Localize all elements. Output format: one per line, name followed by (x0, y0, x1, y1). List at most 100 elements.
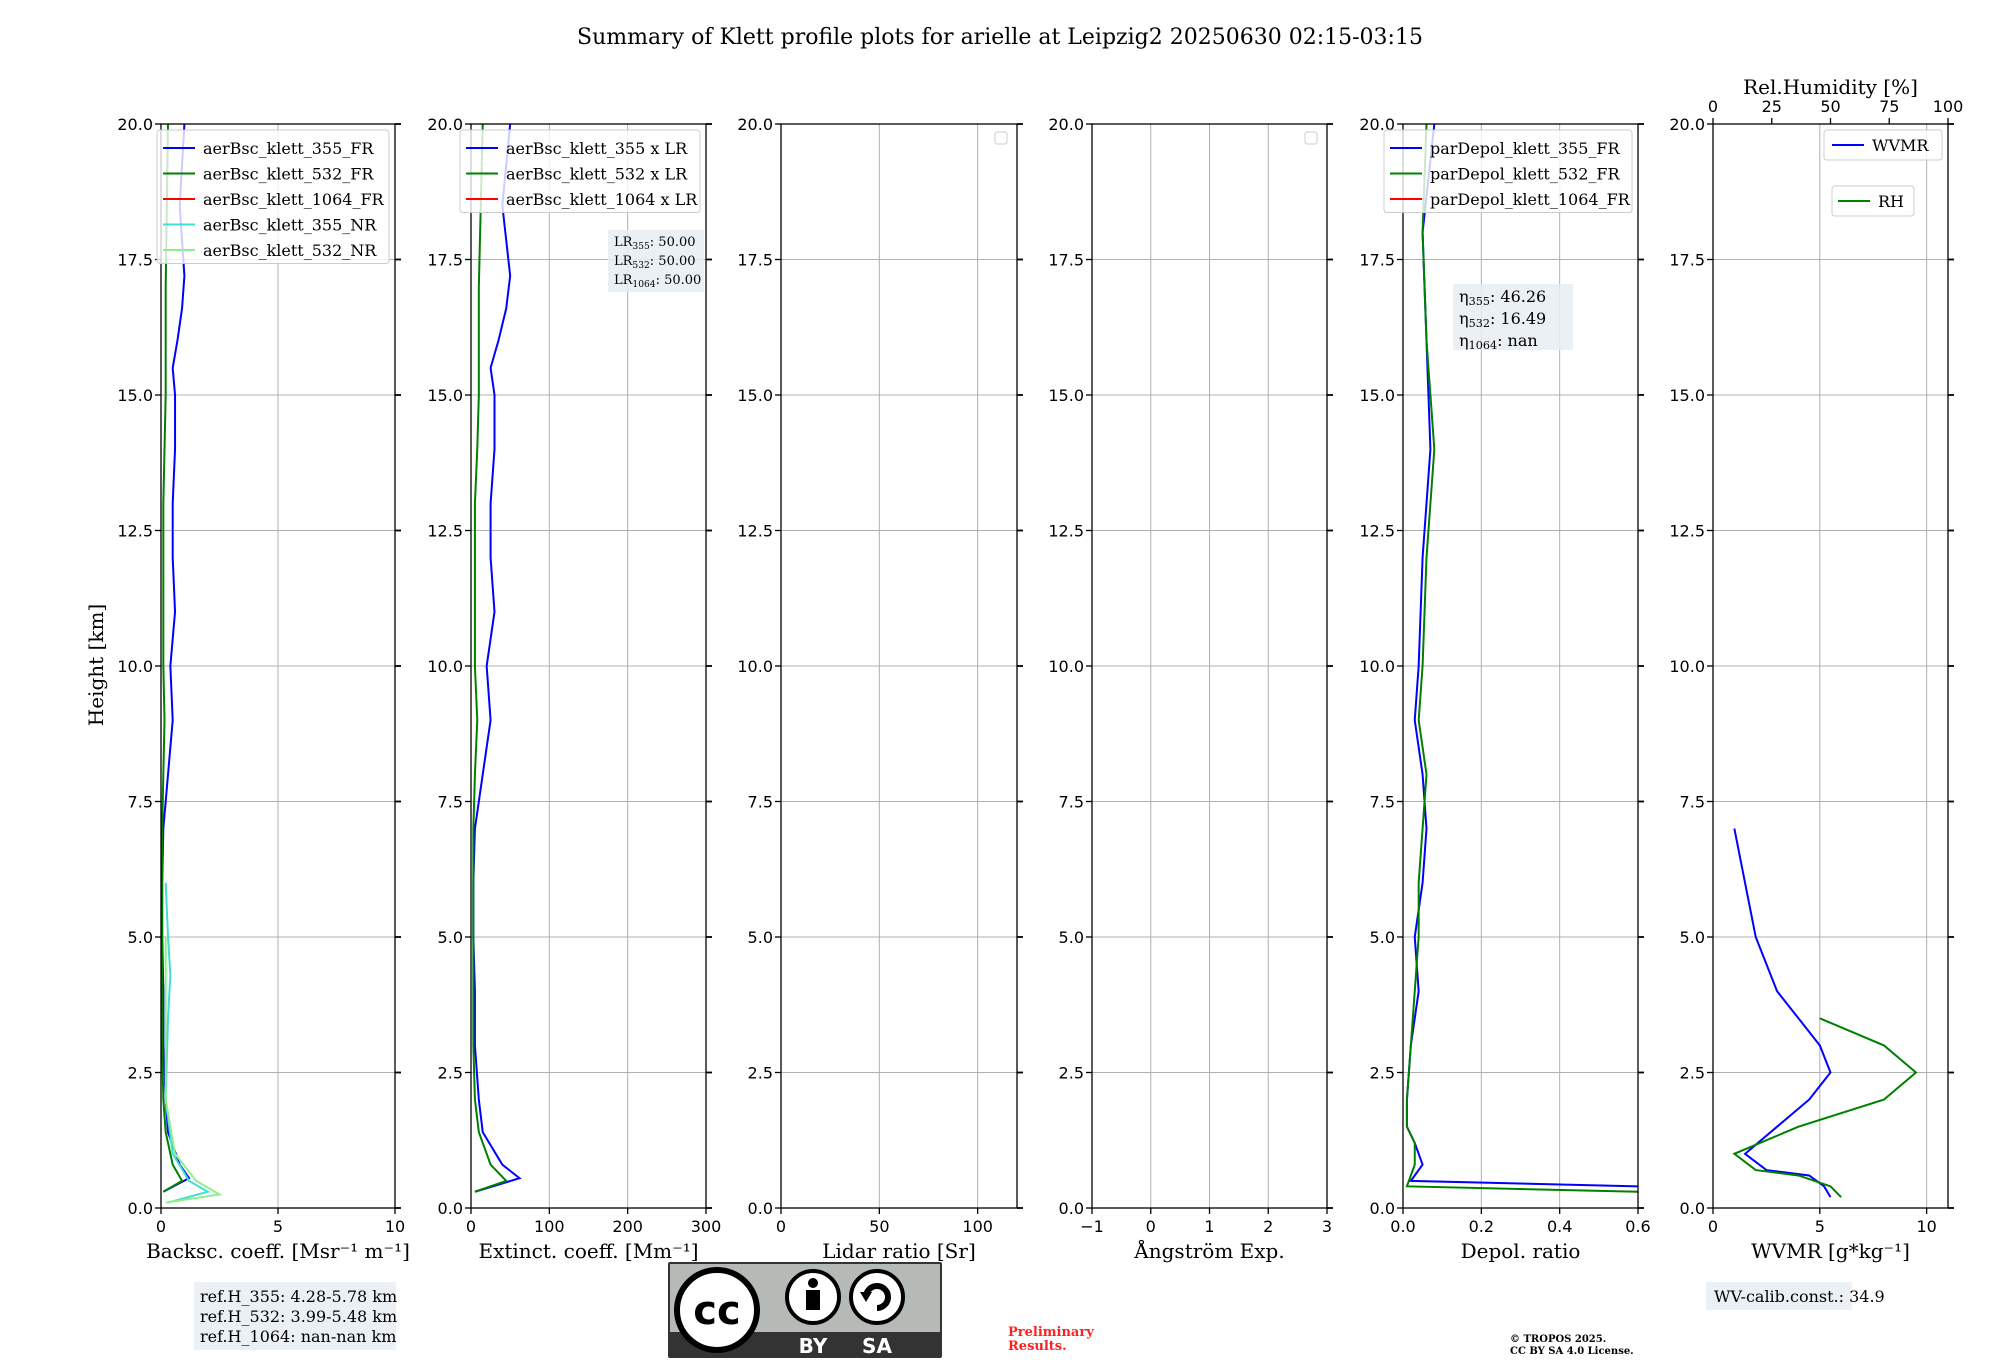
x-axis-label: Backsc. coeff. [Msr⁻¹ m⁻¹] (146, 1239, 410, 1263)
x-tick-label: 5 (273, 1217, 283, 1236)
y-tick-label: 0.0 (128, 1199, 153, 1218)
y-tick-label: 10.0 (1669, 657, 1705, 676)
y-tick-label: 12.5 (427, 522, 463, 541)
empty-legend (1304, 131, 1318, 145)
y-tick-label: 17.5 (1359, 251, 1395, 270)
y-tick-label: 5.0 (1370, 928, 1395, 947)
y-tick-label: 15.0 (117, 386, 153, 405)
cc-by-sa-badge: cc BY SA (668, 1262, 942, 1358)
panel-2: 0 100 200 300 0.0 2.5 5.0 7.5 10.0 12.5 15.0 17.5 20… (427, 115, 721, 1263)
y-tick-label: 2.5 (128, 1064, 153, 1083)
empty-legend (994, 131, 1008, 145)
panel-4: −1 0 1 2 3 0.0 2.5 5.0 7.5 10.0 12.5 15.0 17.5 20.0 Ån… (1048, 115, 1333, 1263)
y-tick-label: 20.0 (117, 115, 153, 134)
y-tick-label: 10.0 (737, 657, 773, 676)
x-tick-label: 100 (962, 1217, 993, 1236)
legend-entry: aerBsc_klett_1064_FR (203, 190, 385, 209)
panel-6: 0 5 10 0.0 2.5 5.0 7.5 10.0 12.5 15.0 17.5 20.0 WVMR… (1669, 75, 1963, 1263)
cc-sa-label: SA (862, 1334, 892, 1358)
panel-1: 0 5 10 0.0 2.5 5.0 7.5 10.0 12.5 15.0 17.5 20.0 Back… (117, 115, 410, 1263)
legend-entry: aerBsc_klett_1064 x LR (506, 190, 698, 209)
results-label: Results. (1008, 1339, 1067, 1354)
panel-5: 0.0 0.2 0.4 0.6 0.0 2.5 5.0 7.5 10.0 12.5 15.0 17.5… (1359, 115, 1650, 1263)
x-tick-label: 50 (869, 1217, 889, 1236)
copyright-label: © TROPOS 2025. (1510, 1334, 1606, 1345)
y-tick-label: 17.5 (1048, 251, 1084, 270)
legend-entry: aerBsc_klett_532_NR (203, 241, 377, 260)
y-tick-label: 12.5 (737, 522, 773, 541)
y-tick-label: 12.5 (1048, 522, 1084, 541)
x2-tick-label: 25 (1762, 97, 1782, 116)
x-tick-label: 10 (1916, 1217, 1936, 1236)
x-tick-label: −1 (1080, 1217, 1104, 1236)
y-tick-label: 12.5 (1359, 522, 1395, 541)
series-line-aerBsc_klett_355_NR (164, 882, 211, 1204)
x2-tick-label: 50 (1820, 97, 1840, 116)
y-tick-label: 17.5 (737, 251, 773, 270)
x2-tick-label: 75 (1879, 97, 1899, 116)
panel-3: 0 50 100 0.0 2.5 5.0 7.5 10.0 12.5 15.0 17.5 20.0 Li… (737, 115, 1023, 1263)
y-tick-label: 2.5 (748, 1064, 773, 1083)
ref-height-532: ref.H_532: 3.99-5.48 km (200, 1307, 397, 1326)
legend-entry: aerBsc_klett_355 x LR (506, 139, 688, 158)
ref-heights-box: ref.H_355: 4.28-5.78 km ref.H_532: 3.99-… (194, 1282, 397, 1350)
series-line-RH (1732, 1017, 1918, 1198)
cc-by-label: BY (799, 1334, 828, 1358)
x-tick-label: 0 (156, 1217, 166, 1236)
y-tick-label: 0.0 (438, 1199, 463, 1218)
x-tick-label: 0.4 (1547, 1217, 1572, 1236)
legend-entry: WVMR (1872, 136, 1929, 155)
y-tick-label: 15.0 (1048, 386, 1084, 405)
x-tick-label: 0.6 (1625, 1217, 1650, 1236)
x-axis-label: Ångström Exp. (1133, 1238, 1284, 1263)
series-line-WVMR (1733, 828, 1832, 1198)
legend-entry: parDepol_klett_532_FR (1430, 165, 1621, 184)
y-tick-label: 20.0 (737, 115, 773, 134)
y-tick-label: 5.0 (1680, 928, 1705, 947)
legend-entry: RH (1878, 192, 1904, 211)
x-tick-label: 0 (466, 1217, 476, 1236)
y-tick-label: 5.0 (1059, 928, 1084, 947)
y-tick-label: 10.0 (1048, 657, 1084, 676)
legend-entry: aerBsc_klett_532 x LR (506, 165, 688, 184)
x-tick-label: 100 (534, 1217, 565, 1236)
series-line-aerBsc_klett_532_NR (164, 937, 223, 1204)
x-tick-label: 2 (1263, 1217, 1273, 1236)
y-tick-label: 0.0 (748, 1199, 773, 1218)
y-tick-label: 10.0 (117, 657, 153, 676)
x-tick-label: 3 (1322, 1217, 1332, 1236)
series-line-aerBsc_klett_532 x LR (472, 123, 509, 1193)
y-tick-label: 20.0 (427, 115, 463, 134)
y-tick-label: 15.0 (427, 386, 463, 405)
wv-calib-box: WV-calib.const.: 34.9 (1706, 1282, 1885, 1310)
y-tick-label: 2.5 (1680, 1064, 1705, 1083)
y-tick-label: 2.5 (1059, 1064, 1084, 1083)
y-tick-label: 10.0 (1359, 657, 1395, 676)
cc-text: cc (693, 1288, 740, 1334)
series-line-aerBsc_klett_355 x LR (472, 123, 522, 1193)
x-axis-label: Extinct. coeff. [Mm⁻¹] (478, 1239, 698, 1263)
y-tick-label: 2.5 (438, 1064, 463, 1083)
y-tick-label: 5.0 (748, 928, 773, 947)
legend-entry: aerBsc_klett_355_FR (203, 139, 374, 158)
series-line-parDepol_klett_355_FR (1405, 123, 1639, 1188)
x-tick-label: 0 (1146, 1217, 1156, 1236)
y-tick-label: 20.0 (1048, 115, 1084, 134)
lr-annotation: LR355: 50.00 (614, 235, 696, 252)
legend-entry: aerBsc_klett_355_NR (203, 216, 377, 235)
x-tick-label: 5 (1815, 1217, 1825, 1236)
x-axis-label: WVMR [g*kg⁻¹] (1751, 1239, 1910, 1263)
y-tick-label: 7.5 (1680, 793, 1705, 812)
y-tick-label: 7.5 (748, 793, 773, 812)
figure-canvas: Summary of Klett profile plots for ariel… (84, 25, 1963, 1358)
x2-tick-label: 100 (1933, 97, 1964, 116)
y-tick-label: 7.5 (1059, 793, 1084, 812)
x-axis-label: Lidar ratio [Sr] (822, 1239, 976, 1263)
x-tick-label: 1 (1204, 1217, 1214, 1236)
legend-entry: aerBsc_klett_532_FR (203, 165, 374, 184)
legend-entry: parDepol_klett_1064_FR (1430, 190, 1631, 209)
y-tick-label: 12.5 (117, 522, 153, 541)
panels: 0 5 100.02.55.07.510.012.515.017.520.0Back… (117, 75, 1963, 1263)
x2-tick-label: 0 (1708, 97, 1718, 116)
x-tick-label: 0.2 (1469, 1217, 1494, 1236)
